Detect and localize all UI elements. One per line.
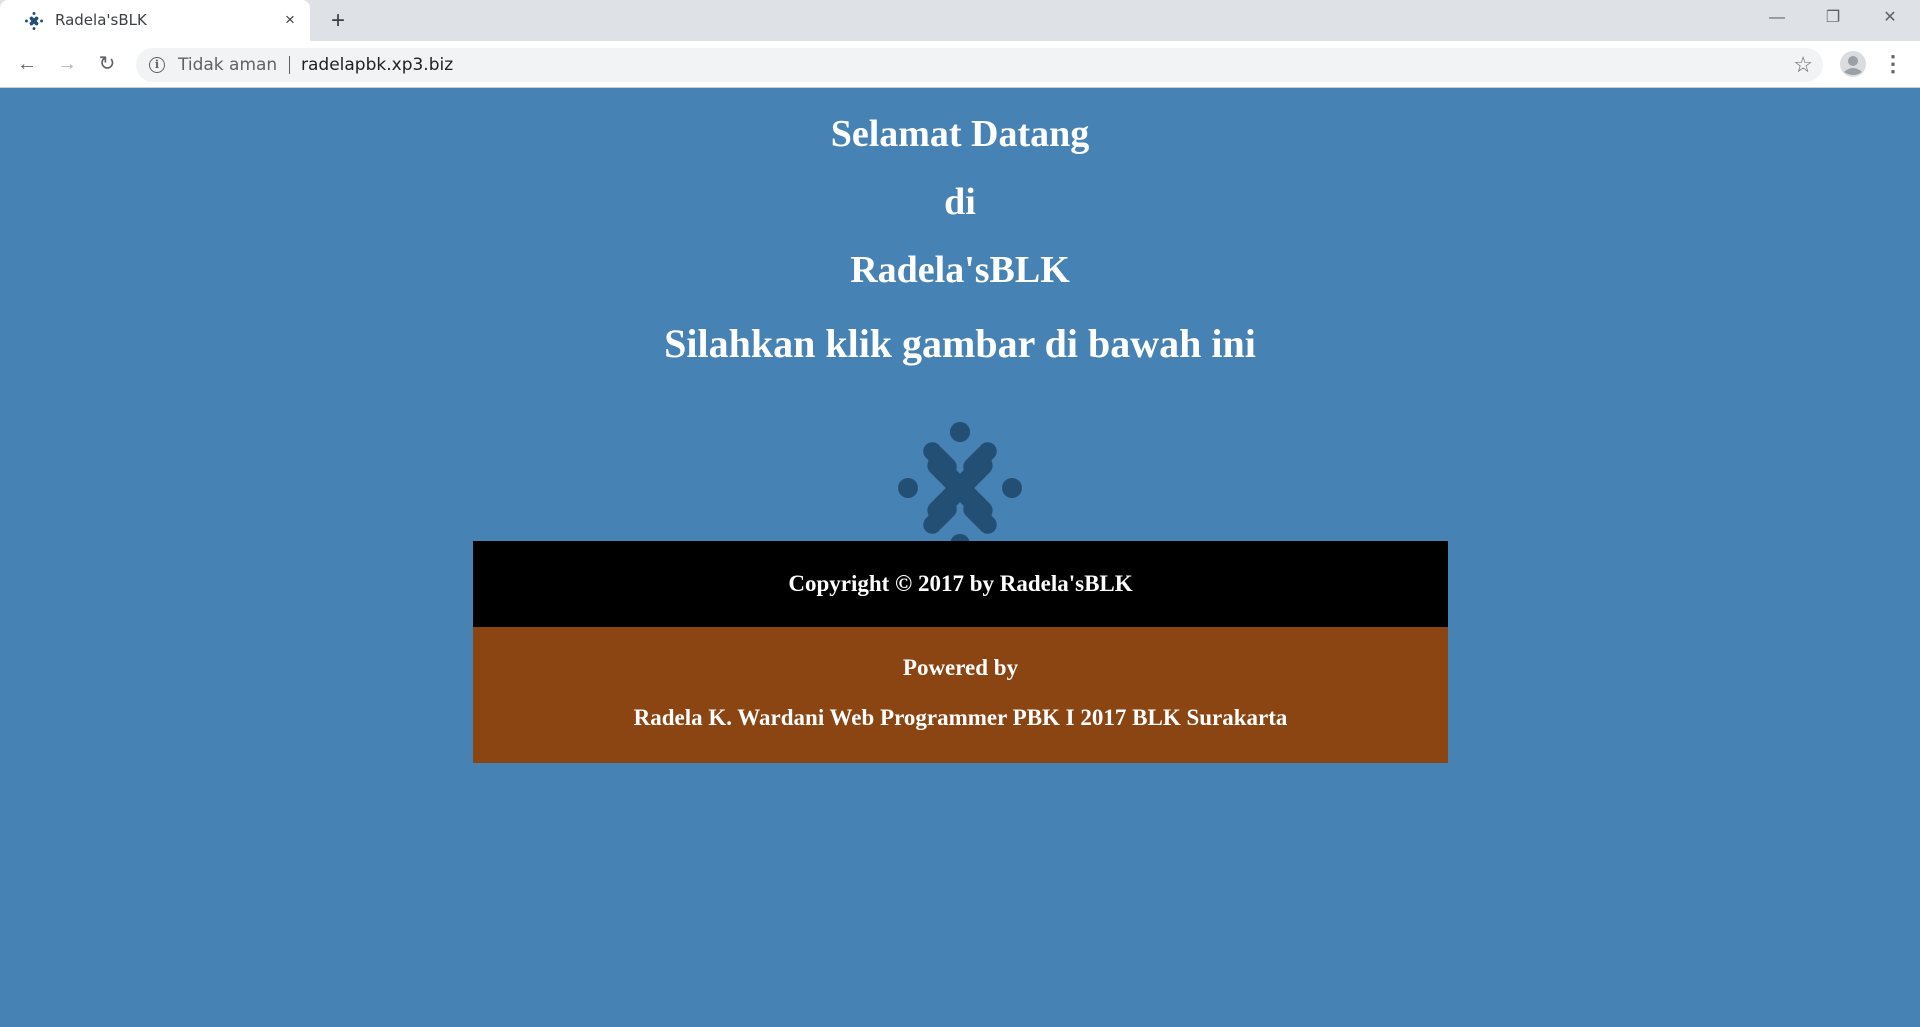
bookmark-star-icon[interactable]: ☆ xyxy=(1793,52,1813,78)
copyright-text: Copyright © 2017 by Radela'sBLK xyxy=(788,571,1133,596)
copyright-footer: Copyright © 2017 by Radela'sBLK xyxy=(473,541,1448,627)
credits-text: Radela K. Wardani Web Programmer PBK I 2… xyxy=(633,705,1288,730)
profile-icon[interactable] xyxy=(1839,50,1867,78)
site-favicon-icon xyxy=(25,12,43,30)
welcome-heading-di: di xyxy=(944,181,976,223)
menu-icon[interactable]: ⋮ xyxy=(1882,50,1904,78)
powered-by-text: Powered by xyxy=(902,655,1019,680)
tab-title: Radela'sBLK xyxy=(55,11,147,29)
close-window-button[interactable]: ✕ xyxy=(1870,4,1910,32)
address-bar[interactable]: i Tidak aman radelapbk.xp3.biz ☆ xyxy=(136,48,1823,82)
reload-icon[interactable]: ↻ xyxy=(92,49,122,79)
logo-link[interactable] xyxy=(898,422,1022,554)
restore-button[interactable]: ❐ xyxy=(1813,4,1853,32)
browser-toolbar: ← → ↻ i Tidak aman radelapbk.xp3.biz ☆ ⋮ xyxy=(0,41,1920,88)
welcome-heading: Selamat Datang xyxy=(830,113,1090,155)
forward-arrow-icon[interactable]: → xyxy=(52,49,82,79)
info-icon[interactable]: i xyxy=(149,57,165,73)
url-text[interactable]: radelapbk.xp3.biz xyxy=(289,55,453,75)
security-status: Tidak aman xyxy=(178,55,278,75)
new-tab-button[interactable]: + xyxy=(324,7,352,35)
tab-close-icon[interactable]: × xyxy=(280,10,300,30)
blk-logo-icon xyxy=(898,422,1022,554)
site-name-heading: Radela'sBLK xyxy=(850,249,1070,291)
browser-tab[interactable]: Radela'sBLK × xyxy=(0,0,310,41)
instruction-heading: Silahkan klik gambar di bawah ini xyxy=(664,321,1256,366)
credits-footer: Powered by Radela K. Wardani Web Program… xyxy=(473,627,1448,763)
browser-tab-strip: Radela'sBLK × + — ❐ ✕ xyxy=(0,0,1920,41)
minimize-button[interactable]: — xyxy=(1757,4,1797,32)
back-arrow-icon[interactable]: ← xyxy=(12,49,42,79)
